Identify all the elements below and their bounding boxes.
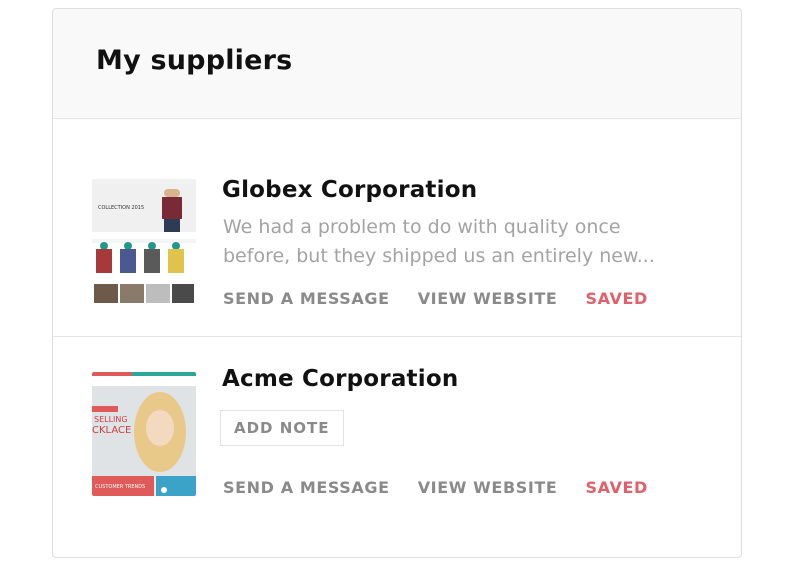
thumbnail-text-2: CKLACE bbox=[92, 425, 131, 436]
suppliers-panel: My suppliers COLLECTION 2015 Globex Corp… bbox=[52, 8, 742, 558]
supplier-card: SELLING CKLACE CUSTOMER TRENDS Acme Corp… bbox=[53, 337, 741, 555]
thumbnail-text-1: SELLING bbox=[94, 415, 128, 424]
supplier-description: We had a problem to do with quality once… bbox=[223, 216, 655, 267]
panel-header: My suppliers bbox=[53, 9, 741, 119]
saved-toggle[interactable]: SAVED bbox=[585, 478, 647, 497]
saved-toggle[interactable]: SAVED bbox=[585, 289, 647, 308]
store-screenshot-image: COLLECTION 2015 bbox=[92, 179, 196, 303]
supplier-card: COLLECTION 2015 Globex Corporation We ha… bbox=[53, 119, 741, 337]
supplier-thumbnail[interactable]: COLLECTION 2015 bbox=[92, 179, 196, 303]
thumbnail-text-3: CUSTOMER TRENDS bbox=[95, 484, 145, 490]
add-note-button[interactable]: ADD NOTE bbox=[220, 410, 344, 446]
send-message-link[interactable]: SEND A MESSAGE bbox=[223, 289, 390, 308]
view-website-link[interactable]: VIEW WEBSITE bbox=[418, 289, 558, 308]
supplier-name: Globex Corporation bbox=[222, 177, 478, 203]
supplier-actions: SEND A MESSAGE VIEW WEBSITE SAVED bbox=[223, 478, 648, 497]
supplier-thumbnail[interactable]: SELLING CKLACE CUSTOMER TRENDS bbox=[92, 372, 196, 496]
supplier-name: Acme Corporation bbox=[222, 366, 459, 392]
thumbnail-caption: COLLECTION 2015 bbox=[98, 205, 144, 211]
panel-title: My suppliers bbox=[96, 45, 293, 76]
supplier-actions: SEND A MESSAGE VIEW WEBSITE SAVED bbox=[223, 289, 648, 308]
view-website-link[interactable]: VIEW WEBSITE bbox=[418, 478, 558, 497]
send-message-link[interactable]: SEND A MESSAGE bbox=[223, 478, 390, 497]
store-screenshot-image: SELLING CKLACE CUSTOMER TRENDS bbox=[92, 372, 196, 496]
